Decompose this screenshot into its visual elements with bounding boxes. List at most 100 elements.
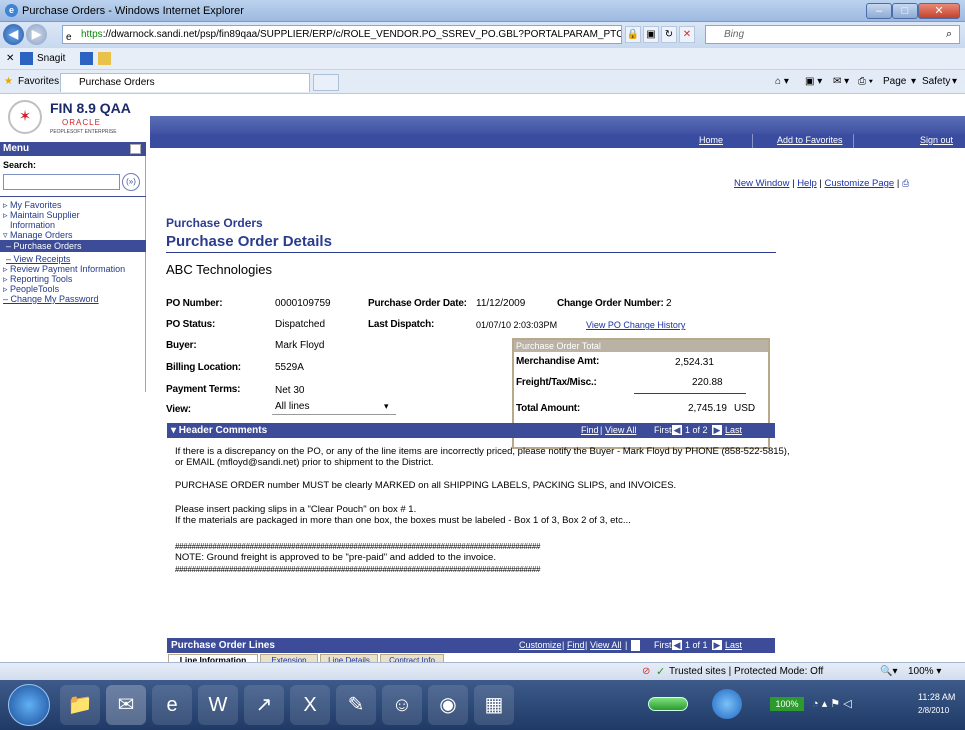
comment-line: If there is a discrepancy on the PO, or … (175, 446, 790, 457)
home-icon[interactable]: ⌂ ▾ (775, 75, 789, 89)
menu-item-my-favorites[interactable]: ▹ My Favorites (3, 200, 62, 210)
menu-item-purchase-orders[interactable]: – Purchase Orders (0, 240, 146, 252)
home-link[interactable]: Home (699, 135, 723, 145)
find-link[interactable]: Find (581, 423, 599, 438)
back-button[interactable]: ◀ (3, 24, 24, 45)
excel-taskbar-icon[interactable]: X (290, 685, 330, 725)
start-button[interactable] (8, 684, 50, 726)
favorites-button[interactable]: Favorites (18, 75, 59, 89)
customize-page-link[interactable]: Customize Page (824, 178, 894, 189)
previous-icon[interactable]: ◀ (672, 640, 682, 650)
tab-line-information[interactable]: Line Information (168, 654, 258, 662)
sign-out-link[interactable]: Sign out (920, 135, 953, 145)
search-icon[interactable]: ⌕ (946, 28, 952, 41)
menu-item-maintain-supplier[interactable]: ▹ Maintain Supplier (3, 210, 80, 220)
security-zone[interactable]: Trusted sites | Protected Mode: Off (669, 666, 823, 677)
comment-separator: ########################################… (175, 542, 541, 551)
outlook-taskbar-icon[interactable]: ✉ (106, 685, 146, 725)
messenger-taskbar-icon[interactable]: ☺ (382, 685, 422, 725)
forward-button[interactable]: ▶ (26, 24, 47, 45)
help-link[interactable]: Help (797, 178, 817, 189)
comment-separator: ########################################… (175, 565, 541, 574)
tab-line-details[interactable]: Line Details (320, 654, 378, 662)
tab-contract-info[interactable]: Contract Info (380, 654, 444, 662)
favorites-bar: ★ Favorites Purchase Orders ⌂ ▾ ▣ ▾ ✉ ▾ … (0, 70, 965, 94)
safety-chevron-icon[interactable]: ▾ (952, 75, 957, 89)
menu-item-information[interactable]: Information (10, 220, 55, 230)
po-status: Dispatched (275, 319, 326, 330)
battery-meter-icon[interactable] (648, 697, 688, 711)
download-grid-icon[interactable] (631, 640, 640, 651)
minimize-button[interactable]: – (866, 3, 892, 19)
compat-view-icon[interactable]: ▣ (643, 26, 659, 43)
refresh-icon[interactable]: ↻ (661, 26, 677, 43)
new-window-link[interactable]: New Window (734, 178, 789, 189)
add-to-favorites-link[interactable]: Add to Favorites (777, 135, 843, 145)
capture-window-icon[interactable] (98, 52, 111, 65)
menu-search-label: Search: (3, 160, 37, 170)
snagit-taskbar-icon[interactable]: ▦ (474, 685, 514, 725)
view-change-history-link[interactable]: View PO Change History (586, 320, 685, 330)
tab-extension[interactable]: Extension (260, 654, 318, 662)
customize-link[interactable]: Customize (519, 638, 562, 653)
close-button[interactable]: ✕ (918, 3, 960, 19)
clock-date[interactable]: 2/8/2010 (918, 706, 949, 715)
header-comments-title[interactable]: ▾ Header Comments (171, 425, 267, 436)
menu-item-peopletools[interactable]: ▹ PeopleTools (3, 284, 59, 294)
view-all-link[interactable]: View All (605, 423, 636, 438)
snagit-button[interactable]: Snagit (37, 52, 65, 66)
mail-icon[interactable]: ✉ ▾ (833, 75, 849, 89)
po-number: 0000109759 (275, 298, 331, 309)
feeds-icon[interactable]: ▣ ▾ (805, 75, 822, 89)
lock-icon[interactable]: 🔒 (625, 26, 641, 43)
buyer-label: Buyer: (166, 340, 197, 351)
popup-blocked-icon[interactable]: ⊘ (642, 666, 650, 677)
maximize-button[interactable]: □ (892, 3, 918, 19)
tab-purchase-orders[interactable]: Purchase Orders (60, 73, 310, 92)
zoom-globe-icon[interactable]: 🔍▾ (880, 666, 897, 677)
find-link[interactable]: Find (567, 638, 585, 653)
safety-menu[interactable]: Safety (922, 75, 950, 89)
menu-item-label: View Receipts (13, 254, 71, 264)
stop-icon[interactable]: ✕ (679, 26, 695, 43)
ie-taskbar-icon[interactable]: e (152, 685, 192, 725)
clock-time[interactable]: 11:28 AM (918, 692, 955, 702)
view-select[interactable]: All lines ▾ (272, 399, 396, 415)
close-toolbar-icon[interactable]: ✕ (6, 52, 14, 66)
address-bar[interactable]: e https://dwarnock.sandi.net/psp/fin89qaa… (62, 25, 622, 44)
notepad-taskbar-icon[interactable]: ✎ (336, 685, 376, 725)
menu-item-manage-orders[interactable]: ▿ Manage Orders (3, 230, 73, 240)
capture-icon[interactable] (80, 52, 93, 65)
last-link[interactable]: Last (725, 638, 742, 653)
search-input[interactable]: Bing (705, 25, 960, 44)
menu-search-input[interactable] (3, 174, 120, 190)
menu-item-view-receipts[interactable]: – View Receipts (6, 254, 70, 264)
explorer-taskbar-icon[interactable]: 📁 (60, 685, 100, 725)
menu-item-label: Purchase Orders (13, 241, 82, 251)
link-separator: | (600, 425, 603, 435)
menu-item-reporting-tools[interactable]: ▹ Reporting Tools (3, 274, 72, 284)
collapse-menu-icon[interactable] (130, 144, 141, 154)
menu-item-review-payment[interactable]: ▹ Review Payment Information (3, 264, 125, 274)
new-tab-button[interactable] (313, 74, 339, 91)
printer-icon[interactable]: ⎙ (902, 178, 909, 188)
network-icon[interactable] (712, 689, 742, 719)
app-taskbar-icon[interactable]: ↗ (244, 685, 284, 725)
previous-icon[interactable]: ◀ (672, 425, 682, 435)
next-icon[interactable]: ▶ (712, 640, 722, 650)
zoom-level[interactable]: 100% ▾ (908, 666, 941, 677)
view-all-link[interactable]: View All (590, 638, 621, 653)
print-icon[interactable]: ⎙ ▾ (858, 75, 873, 89)
last-link[interactable]: Last (725, 423, 742, 438)
page-chevron-icon[interactable]: ▾ (911, 75, 916, 89)
menu-search-button[interactable]: (») (122, 173, 140, 191)
chrome-taskbar-icon[interactable]: ◉ (428, 685, 468, 725)
word-taskbar-icon[interactable]: W (198, 685, 238, 725)
po-lines-title: Purchase Order Lines (171, 640, 275, 651)
page-menu[interactable]: Page (883, 75, 906, 89)
volume-icon[interactable]: ◔ ▴ ⚑ ◁ (812, 697, 852, 710)
title-underline (166, 252, 776, 253)
next-icon[interactable]: ▶ (712, 425, 722, 435)
menu-item-change-password[interactable]: – Change My Password (3, 294, 99, 304)
link-separator: | (562, 640, 565, 650)
